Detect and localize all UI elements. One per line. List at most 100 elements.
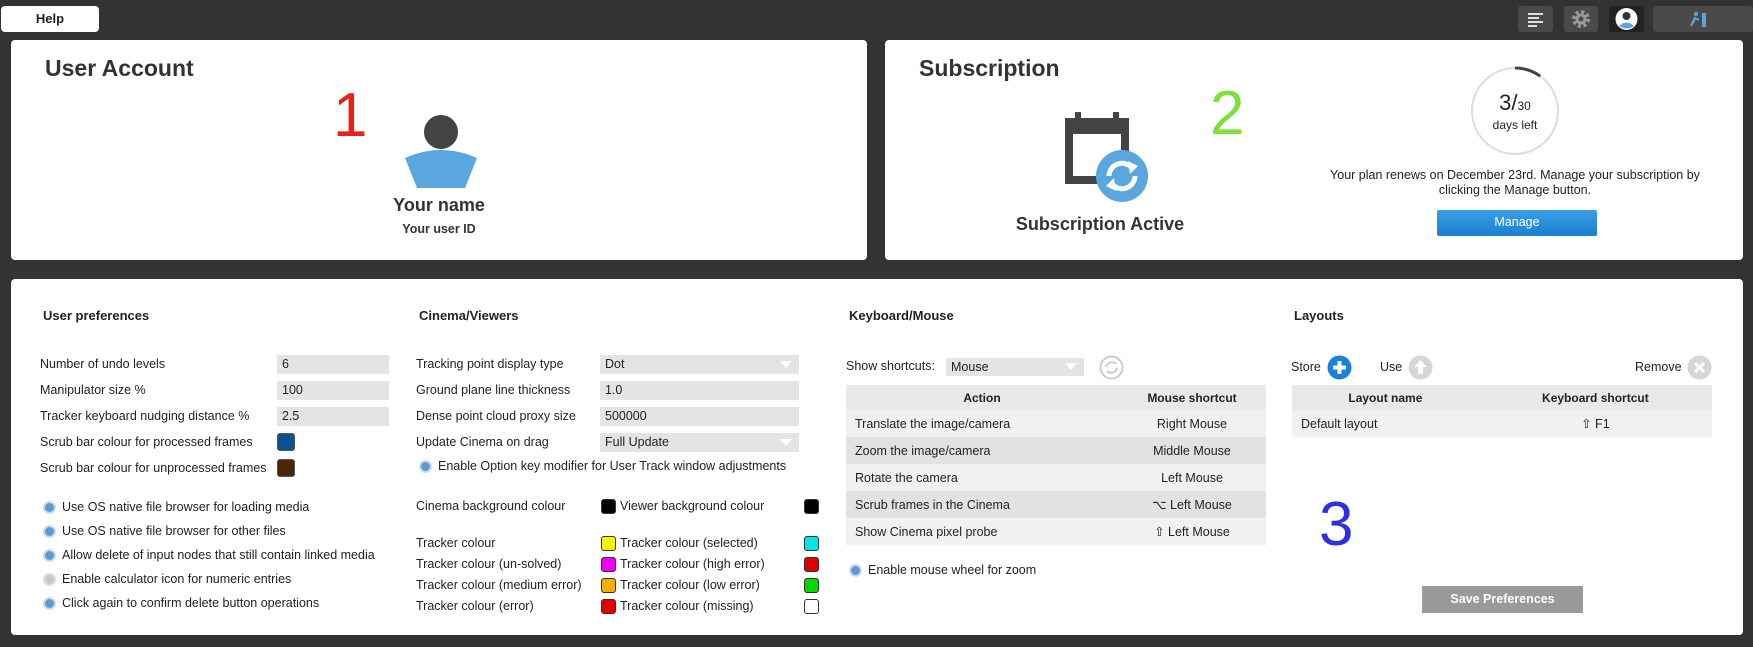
calculator-icon-label: Enable calculator icon for numeric entri…	[62, 572, 292, 586]
tracker-error-label: Tracker colour (error)	[416, 599, 534, 613]
manipulator-size-label: Manipulator size %	[40, 383, 146, 397]
table-row[interactable]: Show Cinema pixel probe ⇧ Left Mouse	[846, 518, 1266, 545]
tracker-missing-label: Tracker colour (missing)	[620, 599, 754, 613]
store-label: Store	[1291, 360, 1321, 374]
ground-plane-label: Ground plane line thickness	[416, 383, 571, 397]
tracker-missing-swatch[interactable]	[804, 599, 819, 614]
tracker-unsolved-swatch[interactable]	[601, 557, 616, 572]
scrub-unprocessed-label: Scrub bar colour for unprocessed frames	[40, 461, 267, 475]
preferences-icon	[1690, 12, 1706, 27]
allow-delete-input-radio[interactable]	[43, 549, 56, 562]
option-key-radio[interactable]	[419, 460, 432, 473]
days-total: 30	[1517, 99, 1531, 113]
action-cell: Rotate the camera	[846, 464, 1118, 491]
tracker-colour-label: Tracker colour	[416, 536, 496, 550]
preferences-panel: User preferences Number of undo levels 6…	[11, 279, 1743, 635]
subscription-status: Subscription Active	[1015, 214, 1185, 234]
tracker-selected-swatch[interactable]	[804, 536, 819, 551]
table-row[interactable]: Scrub frames in the Cinema ⌥ Left Mouse	[846, 491, 1266, 518]
settings-button[interactable]	[1564, 6, 1598, 32]
table-row[interactable]: Zoom the image/camera Middle Mouse	[846, 437, 1266, 464]
calculator-icon-radio[interactable]	[43, 573, 56, 586]
gear-icon	[1572, 10, 1590, 28]
use-label: Use	[1380, 360, 1403, 374]
tracker-medium-error-label: Tracker colour (medium error)	[416, 578, 582, 592]
table-row[interactable]: Rotate the camera Left Mouse	[846, 464, 1266, 491]
nudging-distance-label: Tracker keyboard nudging distance %	[40, 409, 250, 423]
shortcut-column-header: Mouse shortcut	[1117, 385, 1266, 410]
mouse-wheel-zoom-label: Enable mouse wheel for zoom	[868, 563, 1037, 577]
days-used: 3/	[1499, 90, 1518, 115]
calendar-refresh-icon	[1065, 112, 1148, 202]
native-browser-media-label: Use OS native file browser for loading m…	[62, 500, 310, 514]
user-preferences-title: User preferences	[43, 308, 150, 323]
manipulator-size-input[interactable]: 100	[277, 381, 389, 400]
shortcut-cell: Left Mouse	[1117, 464, 1266, 491]
scrub-processed-swatch[interactable]	[277, 433, 295, 451]
renew-text-line2: clicking the Manage button.	[1438, 183, 1592, 197]
keyboard-mouse-title: Keyboard/Mouse	[849, 308, 954, 323]
add-icon[interactable]	[1327, 355, 1352, 380]
list-view-button[interactable]	[1518, 6, 1553, 32]
tracker-unsolved-label: Tracker colour (un-solved)	[416, 557, 562, 571]
dense-cloud-input[interactable]: 500000	[600, 407, 799, 426]
chevron-down-icon	[780, 439, 792, 446]
days-left-caption: days left	[1492, 118, 1538, 132]
action-column-header: Action	[846, 385, 1118, 410]
account-button[interactable]	[1609, 6, 1644, 32]
native-browser-media-radio[interactable]	[43, 501, 56, 514]
viewer-bg-swatch[interactable]	[804, 499, 819, 514]
dense-cloud-label: Dense point cloud proxy size	[416, 409, 576, 423]
tracker-high-error-swatch[interactable]	[804, 557, 819, 572]
update-cinema-label: Update Cinema on drag	[416, 435, 549, 449]
native-browser-other-radio[interactable]	[43, 525, 56, 538]
update-cinema-value: Full Update	[605, 435, 669, 449]
table-row[interactable]: Default layout ⇧ F1	[1292, 410, 1712, 437]
native-browser-other-label: Use OS native file browser for other fil…	[62, 524, 286, 538]
allow-delete-input-label: Allow delete of input nodes that still c…	[62, 548, 375, 562]
shortcut-cell: Middle Mouse	[1117, 437, 1266, 464]
refresh-icon[interactable]	[1099, 355, 1124, 380]
tracking-point-label: Tracking point display type	[416, 357, 564, 371]
ground-plane-input[interactable]: 1.0	[600, 381, 799, 400]
tracker-low-error-swatch[interactable]	[804, 578, 819, 593]
action-cell: Scrub frames in the Cinema	[846, 491, 1118, 518]
save-preferences-button[interactable]: Save Preferences	[1422, 586, 1583, 613]
layout-name-column-header: Layout name	[1292, 385, 1479, 410]
table-row[interactable]: Translate the image/camera Right Mouse	[846, 410, 1266, 437]
manage-button[interactable]: Manage	[1437, 210, 1597, 236]
chevron-down-icon	[780, 361, 792, 368]
scrub-unprocessed-swatch[interactable]	[277, 459, 295, 477]
shortcut-cell: ⌥ Left Mouse	[1117, 491, 1266, 518]
user-avatar-icon	[1615, 8, 1638, 30]
show-shortcuts-select[interactable]: Mouse	[946, 358, 1084, 376]
show-shortcuts-label: Show shortcuts:	[846, 359, 935, 373]
tracker-medium-error-swatch[interactable]	[601, 578, 616, 593]
confirm-delete-radio[interactable]	[43, 597, 56, 610]
user-name: Your name	[393, 195, 485, 215]
tracker-error-swatch[interactable]	[601, 599, 616, 614]
renew-text-line1: Your plan renews on December 23rd. Manag…	[1330, 168, 1700, 182]
nudging-distance-input[interactable]: 2.5	[277, 407, 389, 426]
undo-levels-input[interactable]: 6	[277, 355, 389, 374]
subscription-panel: Subscription 2 Subscription Active 3/30 …	[885, 40, 1743, 260]
preferences-button[interactable]	[1653, 6, 1753, 32]
mouse-wheel-zoom-radio[interactable]	[849, 564, 862, 577]
shortcuts-table: Action Mouse shortcut Translate the imag…	[846, 385, 1266, 545]
arrow-up-icon[interactable]	[1408, 355, 1433, 380]
tracking-point-select[interactable]: Dot	[600, 355, 799, 374]
remove-label: Remove	[1635, 360, 1682, 374]
help-button[interactable]: Help	[1, 6, 99, 32]
scrub-processed-label: Scrub bar colour for processed frames	[40, 435, 253, 449]
layouts-title: Layouts	[1294, 308, 1344, 323]
cinema-bg-swatch[interactable]	[601, 499, 616, 514]
cinema-viewers-title: Cinema/Viewers	[419, 308, 519, 323]
user-account-title: User Account	[45, 55, 194, 81]
update-cinema-select[interactable]: Full Update	[600, 433, 799, 452]
viewer-bg-label: Viewer background colour	[620, 499, 765, 513]
confirm-delete-label: Click again to confirm delete button ope…	[62, 596, 320, 610]
tracker-colour-swatch[interactable]	[601, 536, 616, 551]
action-cell: Translate the image/camera	[846, 410, 1118, 437]
close-icon[interactable]	[1687, 355, 1712, 380]
user-avatar-icon	[405, 115, 477, 188]
